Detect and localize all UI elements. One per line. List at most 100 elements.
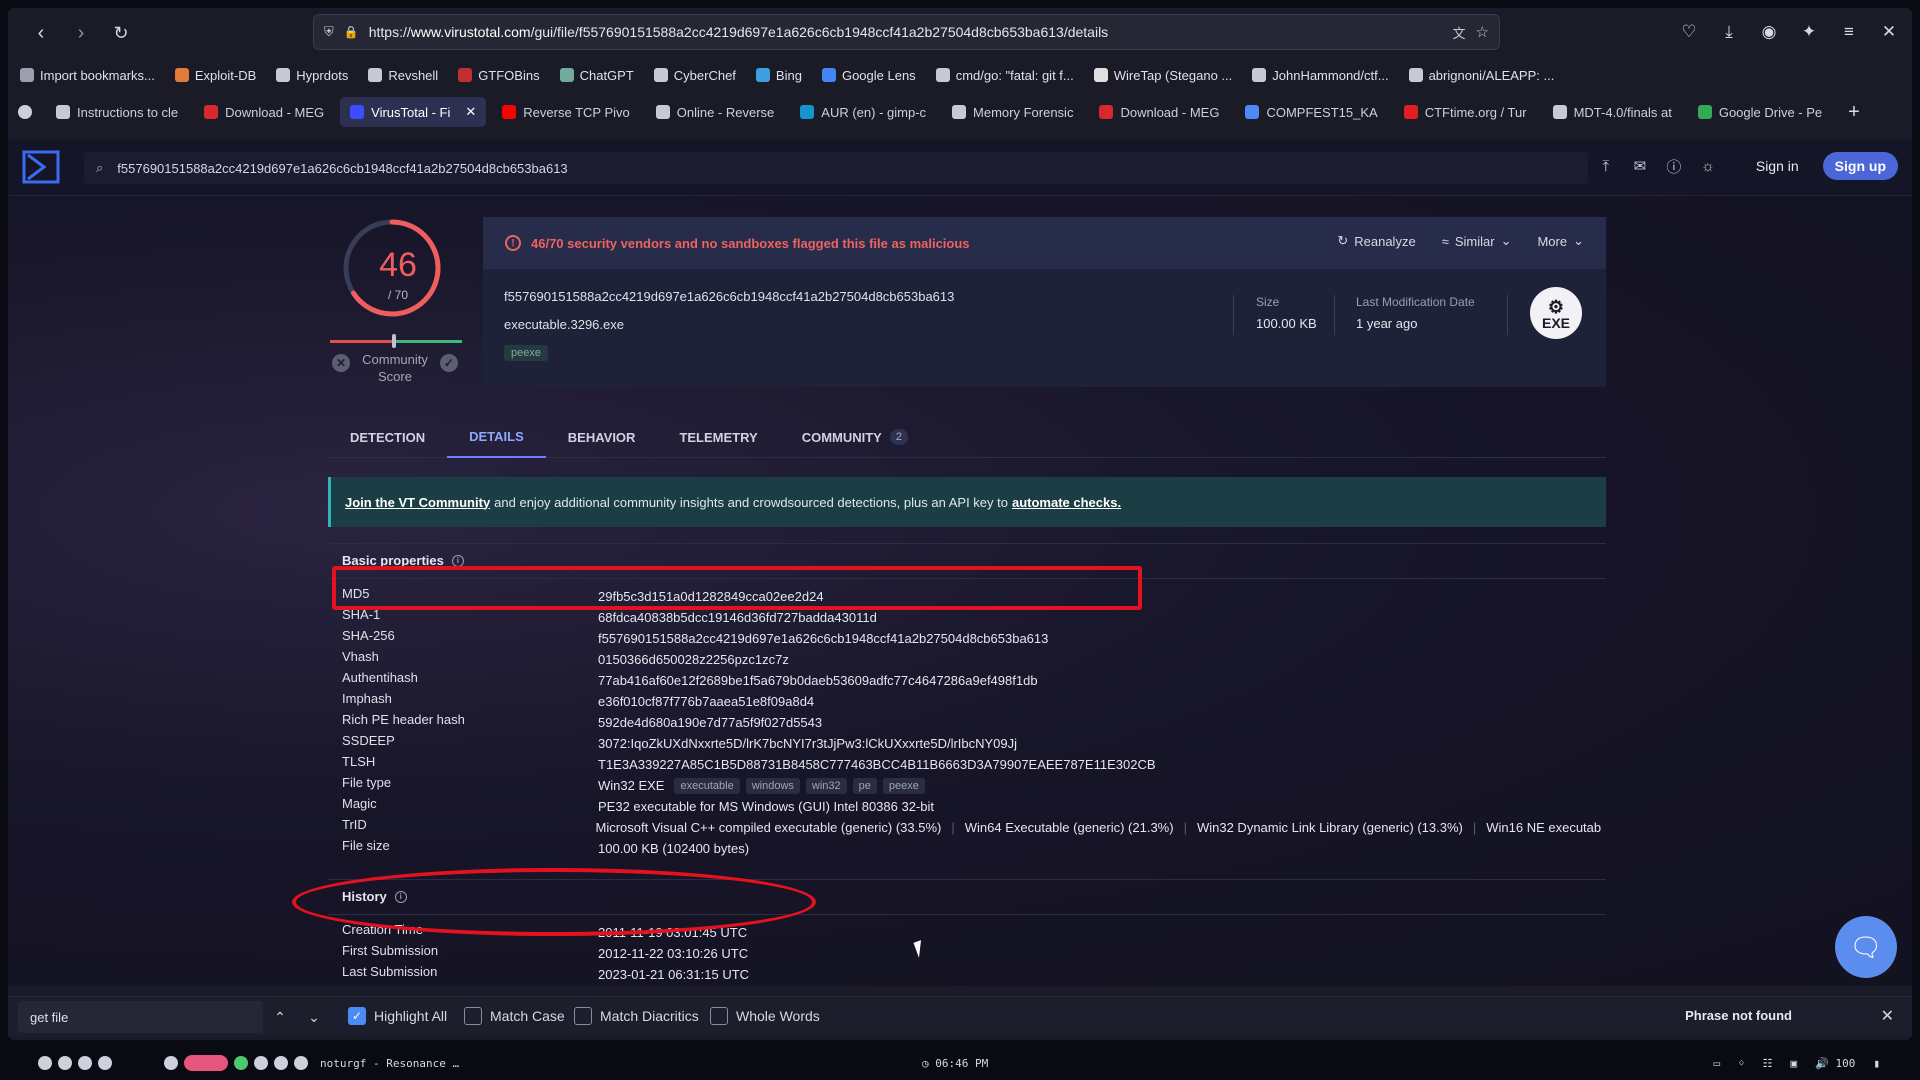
- firefox-view-icon[interactable]: [18, 105, 32, 119]
- account-icon[interactable]: ◉: [1758, 16, 1780, 48]
- app-icon[interactable]: [274, 1056, 288, 1070]
- prop-value[interactable]: 77ab416af60e12f2689be1f5a679b0daeb53609a…: [598, 670, 1038, 691]
- find-next-icon[interactable]: ⌄: [302, 1005, 326, 1029]
- new-tab-icon[interactable]: +: [1848, 101, 1860, 124]
- help-icon[interactable]: ⓘ: [1664, 156, 1684, 176]
- browser-tab[interactable]: Online - Reverse: [646, 97, 785, 127]
- vote-malicious-icon[interactable]: ✓: [440, 354, 458, 372]
- star-icon[interactable]: ☆: [1476, 23, 1489, 41]
- workspace-icon[interactable]: [98, 1056, 112, 1070]
- file-type-chip[interactable]: pe: [852, 777, 877, 794]
- file-hash[interactable]: f557690151588a2cc4219d697e1a626c6cb1948c…: [504, 289, 954, 304]
- address-bar[interactable]: ⛨ 🔒 https://www.virustotal.com/gui/file/…: [313, 14, 1500, 50]
- forward-icon[interactable]: ›: [64, 16, 98, 50]
- prop-value[interactable]: T1E3A339227A85C1B5D88731B8458C777463BCC4…: [598, 754, 1156, 775]
- file-type-chip[interactable]: executable: [674, 777, 740, 794]
- bookmark-item[interactable]: cmd/go: "fatal: git f...: [935, 68, 1074, 83]
- monitor-icon[interactable]: ▣: [1791, 1057, 1798, 1070]
- app-icon[interactable]: [294, 1056, 308, 1070]
- chat-icon[interactable]: 🗨: [1835, 916, 1897, 978]
- file-type-chip[interactable]: windows: [745, 777, 800, 794]
- info-icon[interactable]: i: [394, 890, 407, 903]
- browser-tab[interactable]: MDT-4.0/finals at: [1543, 97, 1682, 127]
- browser-tab[interactable]: AUR (en) - gimp-c: [790, 97, 936, 127]
- browser-tab[interactable]: COMPFEST15_KA: [1235, 97, 1387, 127]
- find-previous-icon[interactable]: ⌃: [268, 1005, 292, 1029]
- match-case-checkbox[interactable]: Match Case: [464, 1007, 565, 1025]
- network-icon[interactable]: ☷: [1763, 1057, 1773, 1070]
- browser-tab[interactable]: Instructions to cle: [46, 97, 188, 127]
- search-box[interactable]: ⌕ f557690151588a2cc4219d697e1a626c6cb194…: [84, 152, 1588, 184]
- prop-value[interactable]: 68fdca40838b5dcc19146d36fd727badda43011d: [598, 607, 877, 628]
- browser-tab[interactable]: VirusTotal - Fi ✕: [340, 97, 487, 127]
- sign-up-button[interactable]: Sign up: [1822, 152, 1898, 180]
- window-close-icon[interactable]: ✕: [1878, 16, 1900, 48]
- bookmark-item[interactable]: Import bookmarks...: [20, 68, 155, 83]
- highlight-all-checkbox[interactable]: ✓ Highlight All: [348, 1007, 447, 1025]
- match-diacritics-checkbox[interactable]: Match Diacritics: [574, 1007, 699, 1025]
- tab-details[interactable]: DETAILS: [447, 416, 546, 458]
- url-text[interactable]: https://www.virustotal.com/gui/file/f557…: [369, 24, 1443, 40]
- prop-value[interactable]: e36f010cf87f776b7aaea51e8f09a8d4: [598, 691, 814, 712]
- shield-icon[interactable]: ⛨: [324, 24, 334, 40]
- bookmark-item[interactable]: ChatGPT: [559, 68, 634, 83]
- volume-icon[interactable]: 🔊 100: [1815, 1057, 1855, 1070]
- sign-in-link[interactable]: Sign in: [1756, 158, 1799, 174]
- translate-icon[interactable]: 文: [1453, 23, 1466, 42]
- similar-button[interactable]: ≈ Similar ⌄: [1442, 233, 1512, 249]
- power-icon[interactable]: [38, 1056, 52, 1070]
- browser-tab[interactable]: CTFtime.org / Tur: [1394, 97, 1537, 127]
- bookmark-item[interactable]: abrignoni/ALEAPP: ...: [1408, 68, 1554, 83]
- lock-icon[interactable]: 🔒: [344, 25, 359, 39]
- pocket-icon[interactable]: ♡: [1678, 16, 1700, 48]
- file-tag[interactable]: peexe: [504, 345, 548, 361]
- bookmark-item[interactable]: WireTap (Stegano ...: [1093, 68, 1232, 83]
- upload-icon[interactable]: ⤒: [1596, 156, 1616, 176]
- app-icon[interactable]: [254, 1056, 268, 1070]
- tab-detection[interactable]: DETECTION: [328, 416, 447, 458]
- download-icon[interactable]: ⤓: [1718, 16, 1740, 48]
- bookmark-item[interactable]: Hyprdots: [276, 68, 348, 83]
- close-tab-icon[interactable]: ✕: [465, 104, 476, 120]
- close-icon[interactable]: ✕: [1881, 1006, 1894, 1026]
- prop-value[interactable]: 592de4d680a190e7d77a5f9f027d5543: [598, 712, 822, 733]
- browser-tab[interactable]: Download - MEG: [1089, 97, 1229, 127]
- extensions-icon[interactable]: ✦: [1798, 16, 1820, 48]
- virustotal-logo[interactable]: [22, 150, 60, 184]
- bookmark-item[interactable]: Bing: [755, 68, 802, 83]
- vote-harmless-icon[interactable]: ✕: [332, 354, 350, 372]
- bookmark-item[interactable]: Google Lens: [821, 68, 916, 83]
- bookmark-item[interactable]: Revshell: [368, 68, 438, 83]
- battery-icon[interactable]: ▮: [1873, 1057, 1880, 1070]
- browser-tab[interactable]: Reverse TCP Pivo: [492, 97, 639, 127]
- workspace-icon[interactable]: [78, 1056, 92, 1070]
- display-icon[interactable]: ▭: [1713, 1057, 1720, 1070]
- reanalyze-button[interactable]: ↻ Reanalyze: [1337, 233, 1415, 249]
- prop-value[interactable]: 29fb5c3d151a0d1282849cca02ee2d24: [598, 586, 824, 607]
- file-type-chip[interactable]: peexe: [882, 777, 925, 794]
- bookmark-item[interactable]: CyberChef: [653, 68, 736, 83]
- prop-value[interactable]: 0150366d650028z2256pzc1zc7z: [598, 649, 789, 670]
- file-type-chip[interactable]: win32: [805, 777, 847, 794]
- browser-tab[interactable]: Download - MEG: [194, 97, 334, 127]
- browser-tab[interactable]: Google Drive - Pe: [1688, 97, 1832, 127]
- workspace-icon[interactable]: [58, 1056, 72, 1070]
- spotify-icon[interactable]: [234, 1056, 248, 1070]
- join-community-link[interactable]: Join the VT Community: [345, 495, 490, 510]
- menu-icon[interactable]: ≡: [1838, 16, 1860, 48]
- tab-community[interactable]: COMMUNITY 2: [780, 416, 930, 458]
- tab-behavior[interactable]: BEHAVIOR: [546, 416, 658, 458]
- search-input[interactable]: f557690151588a2cc4219d697e1a626c6cb1948c…: [117, 161, 567, 176]
- clock[interactable]: ◷ 06:46 PM: [922, 1057, 988, 1070]
- notifications-icon[interactable]: ✉: [1630, 156, 1650, 176]
- automate-checks-link[interactable]: automate checks.: [1012, 495, 1121, 510]
- back-icon[interactable]: ‹: [24, 16, 58, 50]
- find-input[interactable]: get file: [18, 1001, 263, 1033]
- active-workspace-pill[interactable]: [184, 1055, 228, 1071]
- more-button[interactable]: More ⌄: [1537, 233, 1584, 249]
- bookmark-item[interactable]: Exploit-DB: [174, 68, 256, 83]
- theme-icon[interactable]: ☼: [1698, 156, 1718, 176]
- prop-value[interactable]: f557690151588a2cc4219d697e1a626c6cb1948c…: [598, 628, 1048, 649]
- prop-value[interactable]: 3072:IqoZkUXdNxxrte5D/lrK7bcNYI7r3tJjPw3…: [598, 733, 1017, 754]
- arch-icon[interactable]: [164, 1056, 178, 1070]
